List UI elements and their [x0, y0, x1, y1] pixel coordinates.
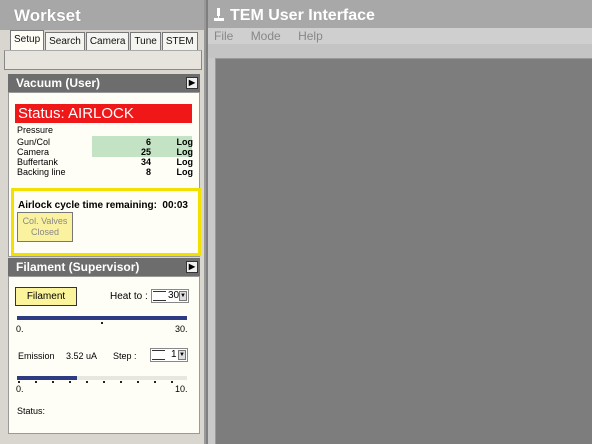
pressure-row: Backing line 8 Log [17, 167, 193, 177]
tem-window: TEM User Interface File Mode Help [208, 0, 592, 444]
workset-panel: Workset Setup Search Camera Tune STEM Va… [0, 0, 206, 444]
filament-panel-title: Filament (Supervisor) [16, 260, 140, 274]
pressure-row-unit: Log [176, 167, 194, 177]
menu-help[interactable]: Help [298, 29, 323, 43]
heat-scale-max: 30. [175, 324, 188, 334]
meter-tick [86, 381, 88, 383]
tem-titlebar: TEM User Interface [208, 0, 592, 28]
emission-scale-max: 10. [175, 384, 188, 394]
emission-value: 3.52 uA [66, 351, 98, 361]
meter-tick [120, 381, 122, 383]
tab-camera[interactable]: Camera [85, 32, 130, 51]
tem-title: TEM User Interface [230, 7, 375, 24]
tab-stem[interactable]: STEM [161, 32, 198, 51]
workset-tabs: Setup Search Camera Tune STEM [10, 30, 199, 51]
meter-tick [18, 381, 20, 383]
heat-to-value: 30 [168, 290, 180, 301]
heat-to-label: Heat to : [110, 291, 148, 302]
airlock-cycle-time: 00:03 [162, 200, 188, 211]
pressure-row-unit: Log [176, 157, 194, 167]
tab-setup[interactable]: Setup [10, 30, 45, 51]
step-spinner[interactable]: 1 ▼ [150, 348, 188, 362]
pressure-row-value: 34 [140, 157, 151, 167]
emission-meter-ticks [17, 381, 187, 384]
spinner-arrows-icon[interactable] [152, 350, 165, 360]
col-valves-button[interactable]: Col. Valves Closed [17, 212, 73, 242]
tab-content-area [4, 50, 202, 70]
pressure-row-label: Camera [17, 147, 50, 157]
chevron-down-icon[interactable]: ▼ [179, 291, 187, 301]
step-value: 1 [171, 349, 177, 360]
pressure-label: Pressure [17, 125, 54, 135]
expand-arrow-icon[interactable]: ▶ [186, 261, 198, 273]
expand-arrow-icon[interactable]: ▶ [186, 77, 198, 89]
vacuum-panel-header[interactable]: Vacuum (User) ▶ [8, 74, 200, 92]
meter-tick [154, 381, 156, 383]
filament-panel-header[interactable]: Filament (Supervisor) ▶ [8, 258, 200, 276]
emission-label: Emission [18, 351, 55, 361]
emission-meter-track [17, 376, 187, 380]
pressure-row: Gun/Col 6 Log [17, 137, 193, 147]
pressure-row-value: 8 [145, 167, 151, 177]
meter-tick [69, 381, 71, 383]
microscope-icon [214, 8, 224, 21]
pressure-row: Buffertank 34 Log [17, 157, 193, 167]
pressure-row-unit: Log [176, 137, 194, 147]
emission-meter-fill [17, 376, 77, 380]
pressure-row-label: Backing line [17, 167, 66, 177]
filament-status-label: Status: [17, 406, 46, 416]
chevron-down-icon[interactable]: ▼ [178, 350, 186, 360]
heat-slider-track[interactable] [17, 316, 187, 320]
airlock-cycle-box: Airlock cycle time remaining: 00:03 Col.… [11, 188, 201, 256]
pressure-row-unit: Log [176, 147, 194, 157]
tab-tune[interactable]: Tune [130, 32, 161, 51]
filament-button[interactable]: Filament [15, 287, 77, 306]
meter-tick [137, 381, 139, 383]
workset-title: Workset [0, 0, 204, 30]
vacuum-status-banner: Status: AIRLOCK [15, 104, 192, 123]
tab-search[interactable]: Search [45, 32, 85, 51]
airlock-cycle-label: Airlock cycle time remaining: [18, 200, 157, 211]
meter-tick [35, 381, 37, 383]
vacuum-panel-title: Vacuum (User) [16, 76, 101, 90]
meter-tick [52, 381, 54, 383]
heat-to-spinner[interactable]: 30 ▼ [151, 289, 189, 303]
heat-slider-marker [101, 322, 103, 324]
meter-tick [103, 381, 105, 383]
main-workspace [215, 58, 592, 444]
pressure-row-value: 25 [140, 147, 151, 157]
pressure-row-value: 6 [145, 137, 151, 147]
meter-tick [171, 381, 173, 383]
pressure-row: Camera 25 Log [17, 147, 193, 157]
spinner-arrows-icon[interactable] [153, 291, 166, 301]
pressure-row-label: Gun/Col [17, 137, 51, 147]
emission-scale-min: 0. [16, 384, 24, 394]
menu-bar: File Mode Help [208, 28, 592, 45]
pressure-row-label: Buffertank [17, 157, 58, 167]
toolbar-area [208, 44, 592, 58]
col-valves-label: Col. Valves Closed [22, 216, 68, 237]
heat-scale-min: 0. [16, 324, 24, 334]
step-label: Step : [113, 351, 137, 361]
menu-file[interactable]: File [214, 29, 233, 43]
menu-mode[interactable]: Mode [251, 29, 281, 43]
pressure-heading: Pressure [17, 125, 193, 135]
